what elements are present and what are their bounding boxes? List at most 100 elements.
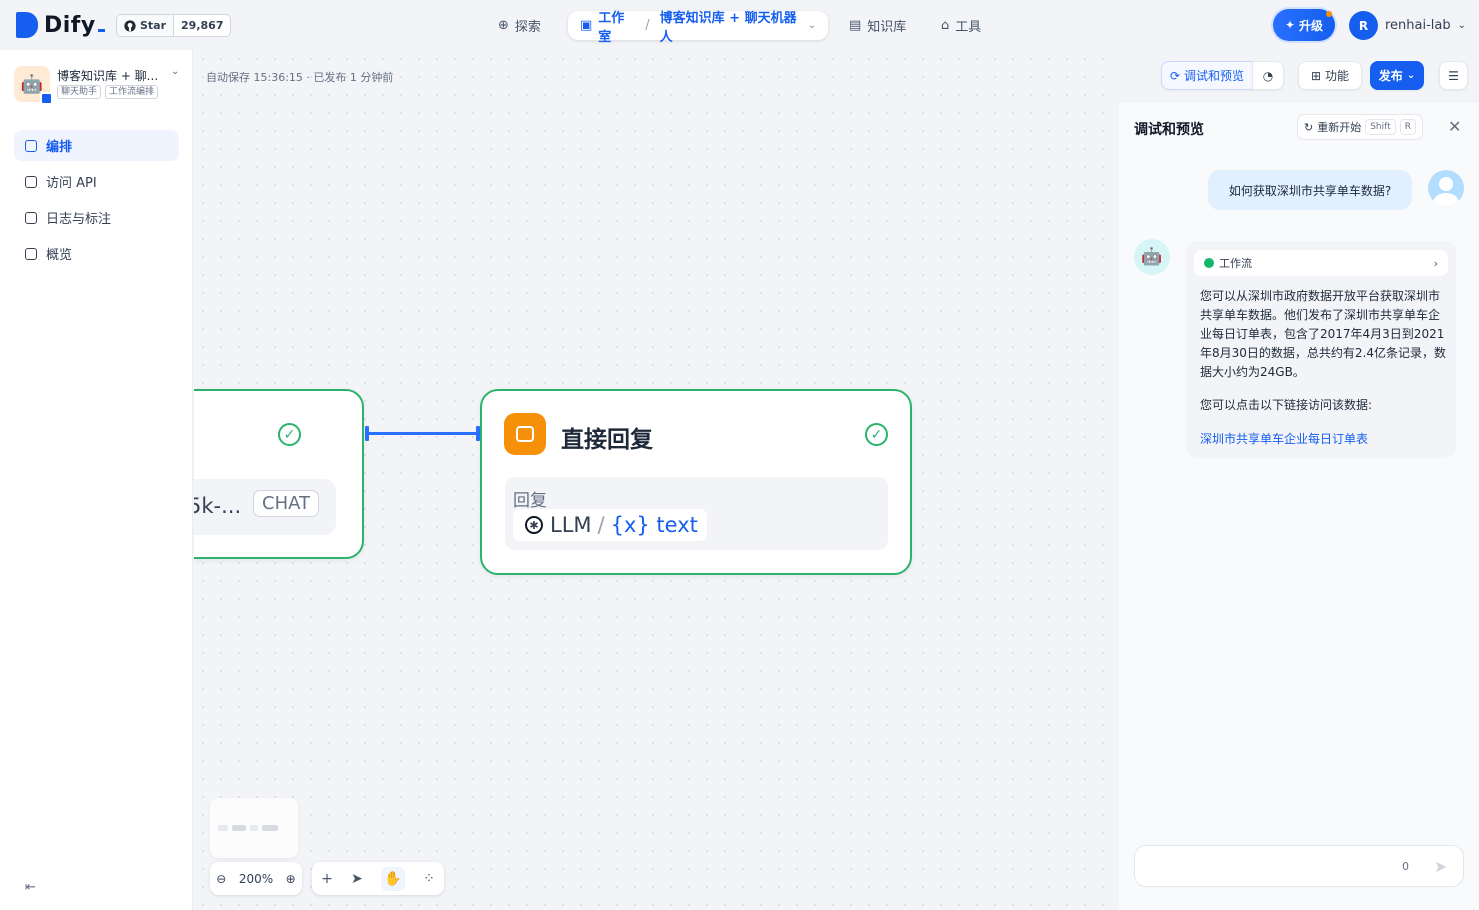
- features-button[interactable]: ⊞ 功能: [1298, 61, 1362, 90]
- studio-icon: ▣: [580, 18, 593, 33]
- logo-mark: [16, 12, 38, 38]
- nav-knowledge[interactable]: ▤ 知识库: [849, 11, 906, 40]
- upgrade-button[interactable]: ✦ 升级: [1273, 9, 1335, 41]
- history-icon: ◔: [1262, 68, 1274, 83]
- answer-link[interactable]: 深圳市共享单车企业每日订单表: [1200, 430, 1368, 447]
- restart-button[interactable]: ↻ 重新开始 Shift R: [1297, 114, 1423, 140]
- zoom-out-icon[interactable]: ⊖: [216, 872, 226, 886]
- answer-paragraph: 您可以从深圳市政府数据开放平台获取深圳市共享单车数据。他们发布了深圳市共享单车企…: [1200, 289, 1446, 379]
- github-star-label: Star: [140, 19, 167, 32]
- knowledge-icon: ▤: [849, 18, 862, 33]
- mode-badge: CHAT: [253, 490, 320, 517]
- app-tags: 聊天助手 工作流编排: [57, 85, 159, 99]
- chat-input[interactable]: 0 ➤: [1134, 845, 1464, 887]
- llm-icon: ✱: [525, 516, 543, 534]
- canvas-toolbar: + ➤ ✋ ⁘: [312, 862, 444, 895]
- layout-icon[interactable]: ⁘: [423, 871, 435, 887]
- edit-icon: [25, 139, 37, 152]
- sidebar-item-overview[interactable]: 概览: [14, 238, 179, 269]
- workflow-canvas[interactable]: 自动保存 15:36:15 · 已发布 1 分钟前 ✓ 5k-... CHAT …: [194, 50, 1118, 910]
- variable-reference[interactable]: ✱ LLM / {x} text: [513, 509, 707, 541]
- app-name: 博客知识库 + 聊...: [57, 69, 159, 83]
- assistant-message: 工作流 › 您可以从深圳市政府数据开放平台获取深圳市共享单车数据。他们发布了深圳…: [1186, 241, 1456, 458]
- nav-tools-label: 工具: [955, 20, 982, 35]
- model-name: 5k-...: [194, 494, 242, 518]
- sidebar-item-label: 日志与标注: [46, 212, 112, 227]
- avatar: R: [1349, 11, 1378, 40]
- left-sidebar: 🤖 博客知识库 + 聊... ⌄ 聊天助手 工作流编排 编排 访问 API 日志…: [0, 50, 193, 910]
- direct-reply-node[interactable]: 直接回复 ✓ 回复 ✱ LLM / {x} text: [480, 389, 912, 575]
- chevron-down-icon[interactable]: ⌄: [808, 20, 816, 31]
- grid-icon: ⊞: [1310, 68, 1322, 83]
- checklist-button[interactable]: ☰: [1439, 61, 1468, 90]
- nav-tools[interactable]: ⌂ 工具: [941, 11, 981, 40]
- debug-preview-button[interactable]: ⟳ 调试和预览: [1161, 61, 1253, 90]
- sidebar-menu: 编排 访问 API 日志与标注 概览: [14, 130, 179, 274]
- api-icon: [25, 175, 37, 188]
- github-star-count[interactable]: 29,867: [174, 19, 230, 32]
- explore-icon: ⊕: [498, 18, 509, 33]
- nav-knowledge-label: 知识库: [867, 20, 907, 35]
- nav-separator: /: [645, 18, 650, 33]
- user-message: 如何获取深圳市共享单车数据?: [1208, 170, 1412, 210]
- close-icon[interactable]: ✕: [1448, 117, 1461, 136]
- workflow-trace-toggle[interactable]: 工作流 ›: [1194, 250, 1448, 276]
- sidebar-item-label: 访问 API: [46, 176, 97, 191]
- user-menu[interactable]: R renhai-lab ⌄: [1349, 11, 1466, 40]
- variable-source: LLM: [550, 513, 592, 537]
- nav-explore[interactable]: ⊕ 探索: [498, 11, 541, 40]
- upgrade-icon: ✦: [1284, 18, 1296, 32]
- plus-icon[interactable]: +: [321, 871, 333, 887]
- dify-logo[interactable]: Dify: [16, 12, 105, 38]
- send-icon[interactable]: ➤: [1434, 857, 1447, 876]
- app-tag: 聊天助手: [57, 85, 102, 99]
- nav-app-path[interactable]: 博客知识库 + 聊天机器人: [660, 7, 802, 45]
- reply-field-label: 回复: [513, 491, 547, 511]
- sidebar-item-api[interactable]: 访问 API: [14, 166, 179, 197]
- chevron-down-icon[interactable]: ⌄: [171, 66, 179, 77]
- input-char-count: 0: [1402, 860, 1409, 873]
- sidebar-item-logs[interactable]: 日志与标注: [14, 202, 179, 233]
- logo-text: Dify: [44, 13, 105, 38]
- app-tag: 工作流编排: [105, 85, 159, 99]
- zoom-level[interactable]: 200%: [239, 872, 273, 886]
- top-bar: Dify Star 29,867 ⊕ 探索 ▣ 工作室 / 博客知识库 + 聊天…: [0, 0, 1479, 50]
- chevron-down-icon: ⌄: [1406, 70, 1416, 81]
- hand-icon[interactable]: ✋: [380, 866, 405, 891]
- chevron-right-icon: ›: [1433, 256, 1438, 270]
- reply-content: 回复 ✱ LLM / {x} text: [505, 477, 888, 550]
- variable-separator: /: [597, 513, 605, 537]
- user-name: renhai-lab: [1385, 18, 1451, 33]
- log-icon: [25, 211, 37, 224]
- shortcut-key: R: [1399, 119, 1416, 135]
- zoom-controls: ⊖ 200% ⊕: [210, 862, 302, 895]
- debug-icon: ⟳: [1169, 68, 1181, 83]
- llm-node[interactable]: ✓ 5k-... CHAT: [194, 389, 364, 559]
- tools-icon: ⌂: [941, 18, 950, 33]
- github-star-widget[interactable]: Star 29,867: [116, 14, 232, 37]
- check-circle-icon: ✓: [278, 423, 301, 446]
- history-button[interactable]: ◔: [1252, 61, 1284, 90]
- app-header[interactable]: 🤖 博客知识库 + 聊... ⌄ 聊天助手 工作流编排: [14, 66, 184, 105]
- features-label: 功能: [1325, 69, 1350, 83]
- collapse-icon[interactable]: ⇤: [25, 880, 36, 895]
- publish-button[interactable]: 发布 ⌄: [1370, 61, 1424, 90]
- model-selector[interactable]: 5k-... CHAT: [194, 479, 336, 535]
- nav-studio-label: 工作室: [598, 10, 625, 45]
- publish-label: 发布: [1378, 69, 1403, 83]
- zoom-in-icon[interactable]: ⊕: [286, 872, 296, 886]
- nav-studio[interactable]: ▣ 工作室 / 博客知识库 + 聊天机器人 ⌄: [568, 11, 828, 45]
- app-type-badge: [40, 92, 53, 105]
- workflow-label: 工作流: [1219, 257, 1252, 270]
- node-connection-edge[interactable]: [365, 426, 480, 441]
- sidebar-item-label: 编排: [46, 140, 73, 155]
- pointer-icon[interactable]: ➤: [351, 871, 363, 887]
- success-icon: [1204, 258, 1214, 268]
- minimap[interactable]: [210, 798, 298, 858]
- checklist-icon: ☰: [1448, 68, 1459, 83]
- sidebar-item-orchestrate[interactable]: 编排: [14, 130, 179, 161]
- variable-name: {x} text: [610, 513, 698, 537]
- github-icon: [124, 19, 136, 32]
- panel-title: 调试和预览: [1134, 122, 1204, 138]
- github-star-button[interactable]: Star: [117, 15, 175, 36]
